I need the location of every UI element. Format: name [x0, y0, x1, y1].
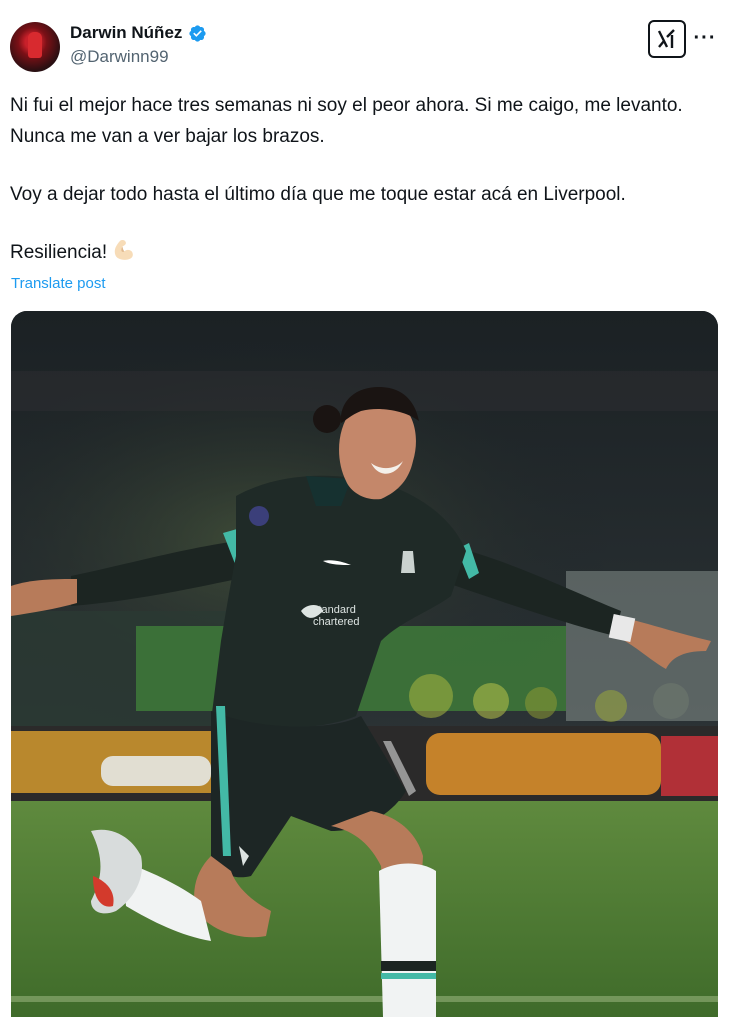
post-paragraph-1: Ni fui el mejor hace tres semanas ni soy…	[10, 95, 683, 147]
author-name-row[interactable]: Darwin Núñez	[70, 22, 207, 44]
author-block: Darwin Núñez @Darwinn99	[70, 22, 207, 68]
post-header: Darwin Núñez @Darwinn99 ···	[10, 20, 716, 74]
more-dots-icon[interactable]: ···	[694, 26, 716, 50]
post-paragraph-3: Resiliencia!	[10, 237, 722, 268]
avatar[interactable]	[10, 22, 60, 72]
svg-text:chartered: chartered	[313, 616, 359, 628]
author-handle[interactable]: @Darwinn99	[70, 46, 207, 68]
post-media-photo[interactable]: standard chartered	[11, 311, 718, 1017]
translate-post-link[interactable]: Translate post	[11, 275, 106, 292]
football-celebration-photo: standard chartered	[11, 311, 718, 1017]
grok-icon[interactable]	[648, 20, 686, 58]
post-paragraph-3-text: Resiliencia!	[10, 242, 108, 263]
post-paragraph-2: Voy a dejar todo hasta el último día que…	[10, 184, 626, 205]
author-display-name[interactable]: Darwin Núñez	[70, 22, 182, 44]
flexed-biceps-icon	[114, 239, 133, 260]
post-text: Ni fui el mejor hace tres semanas ni soy…	[10, 90, 722, 268]
grok-glyph	[657, 29, 675, 48]
verified-badge-icon	[189, 24, 207, 42]
